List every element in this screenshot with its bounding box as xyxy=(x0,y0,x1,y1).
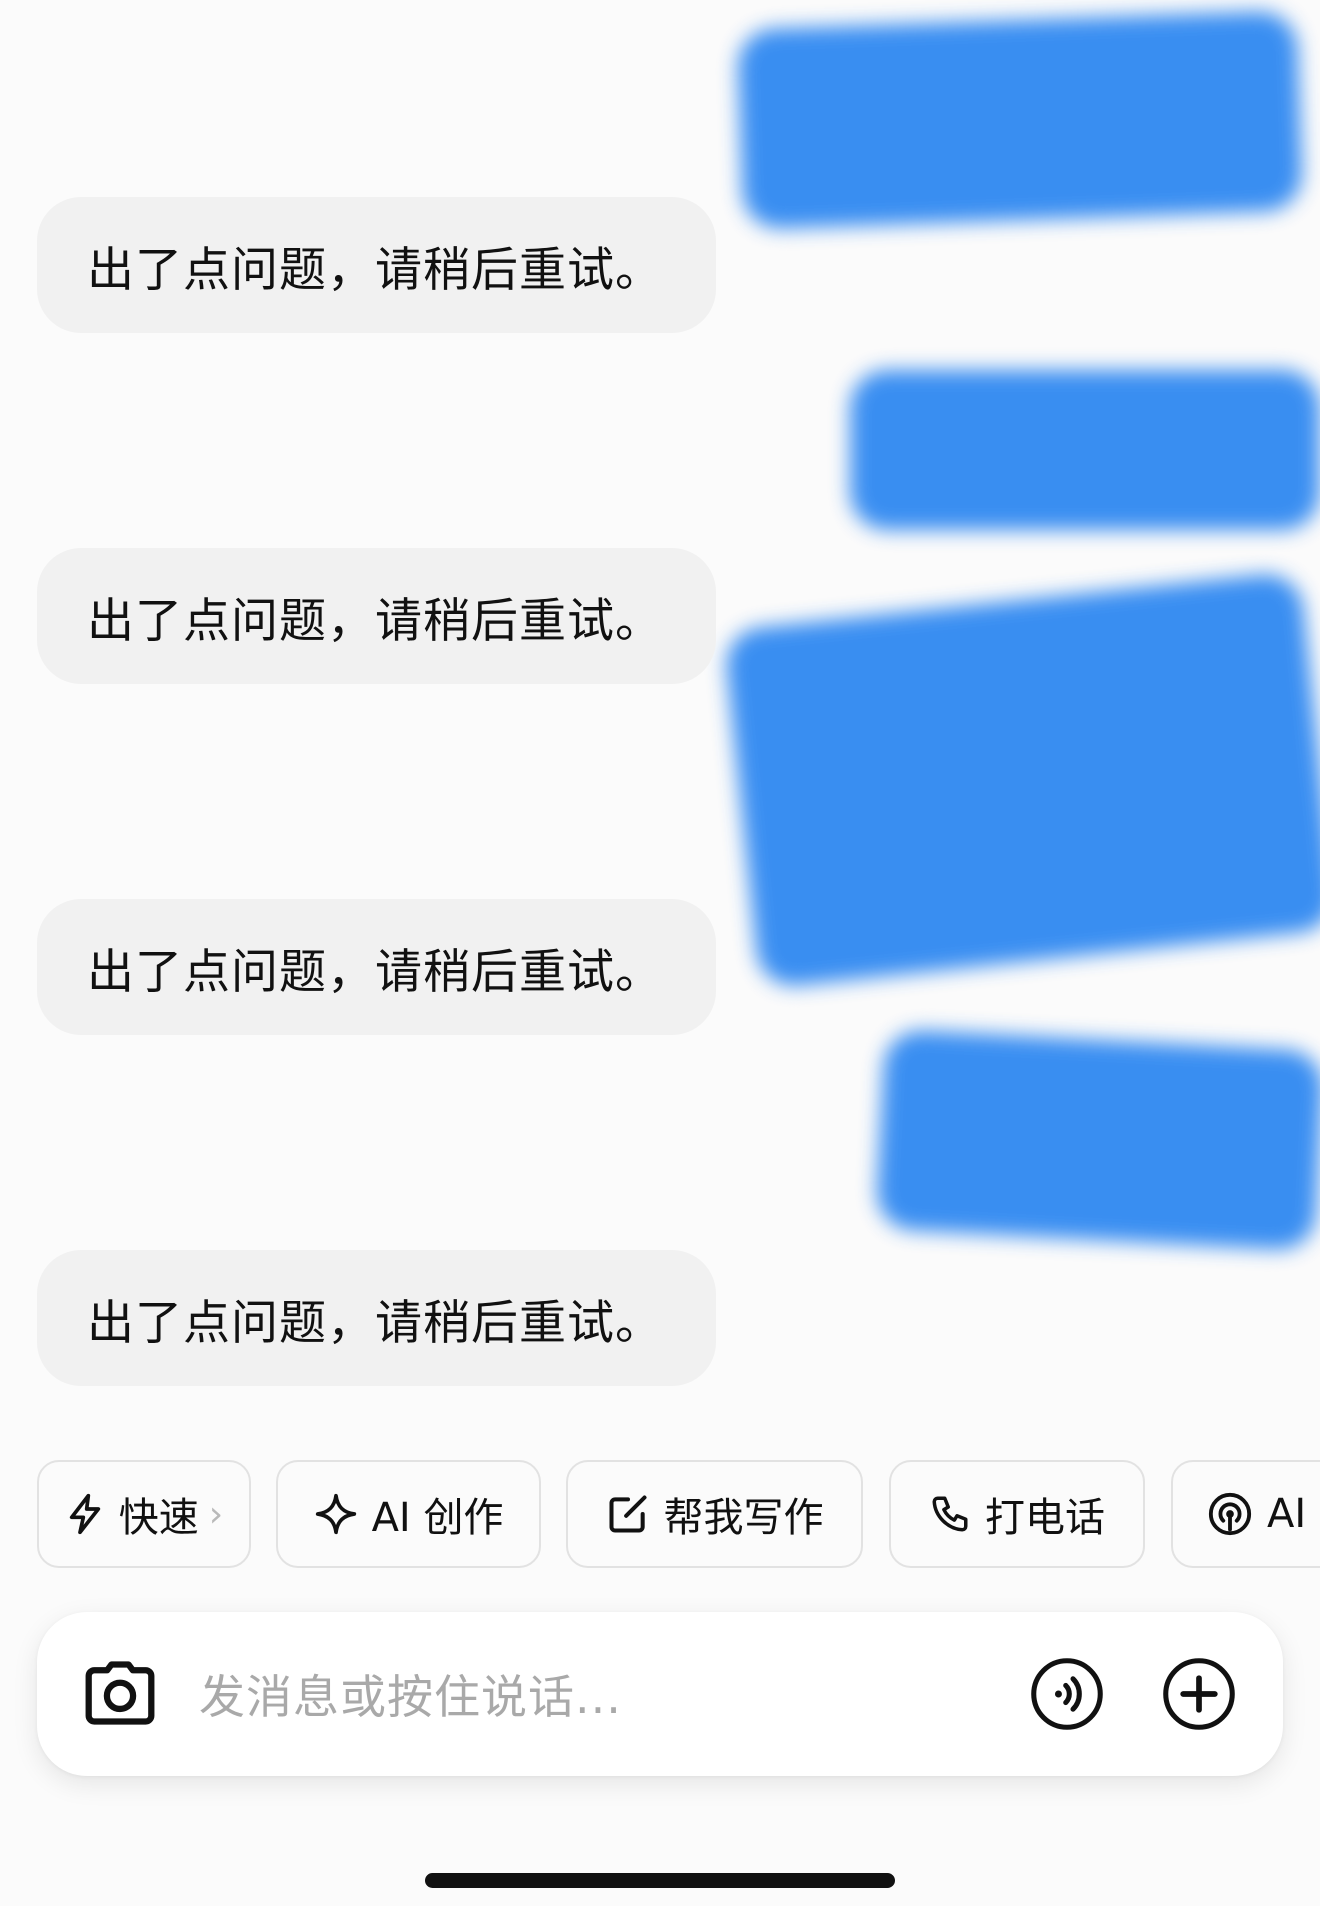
assistant-message-bubble: 出了点问题，请稍后重试。 xyxy=(37,548,716,684)
redacted-user-message xyxy=(736,10,1304,230)
assistant-message-bubble: 出了点问题，请稍后重试。 xyxy=(37,1250,716,1386)
quick-actions-bar[interactable]: 快速 › AI 创作 帮我写作 打电话 AI xyxy=(37,1460,1320,1572)
quick-action-ai-create[interactable]: AI 创作 xyxy=(276,1460,541,1568)
message-input[interactable]: 发消息或按住说话... xyxy=(199,1612,622,1776)
quick-action-ai-broadcast[interactable]: AI xyxy=(1171,1460,1320,1568)
assistant-message-bubble: 出了点问题，请稍后重试。 xyxy=(37,899,716,1035)
quick-action-label: 帮我写作 xyxy=(663,1495,824,1541)
quick-action-label: AI xyxy=(1267,1491,1307,1537)
assistant-message-bubble: 出了点问题，请稍后重试。 xyxy=(37,197,716,333)
lightning-icon xyxy=(69,1493,100,1535)
voice-wave-icon xyxy=(1031,1658,1103,1730)
redacted-user-message xyxy=(850,370,1320,530)
camera-button[interactable] xyxy=(83,1658,157,1732)
quick-action-write[interactable]: 帮我写作 xyxy=(566,1460,863,1568)
home-indicator xyxy=(425,1873,895,1888)
quick-action-fast[interactable]: 快速 › xyxy=(37,1460,251,1568)
quick-action-call[interactable]: 打电话 xyxy=(889,1460,1145,1568)
edit-icon xyxy=(608,1495,647,1533)
redacted-user-message xyxy=(722,570,1320,990)
sparkle-icon xyxy=(315,1493,356,1535)
voice-button[interactable] xyxy=(1029,1656,1105,1736)
message-composer[interactable]: 发消息或按住说话... xyxy=(37,1612,1283,1776)
redacted-user-message xyxy=(875,1028,1320,1252)
phone-icon xyxy=(932,1496,968,1532)
add-button[interactable] xyxy=(1161,1656,1237,1736)
quick-action-label: 快速 xyxy=(118,1495,199,1541)
chat-area: 出了点问题，请稍后重试。 出了点问题，请稍后重试。 出了点问题，请稍后重试。 出… xyxy=(0,0,1320,1440)
chevron-right-icon: › xyxy=(208,1493,224,1535)
quick-action-label: 打电话 xyxy=(985,1495,1105,1541)
camera-icon xyxy=(85,1661,155,1725)
quick-action-label: AI 创作 xyxy=(371,1495,504,1541)
plus-circle-icon xyxy=(1163,1658,1235,1730)
broadcast-icon xyxy=(1208,1492,1252,1536)
